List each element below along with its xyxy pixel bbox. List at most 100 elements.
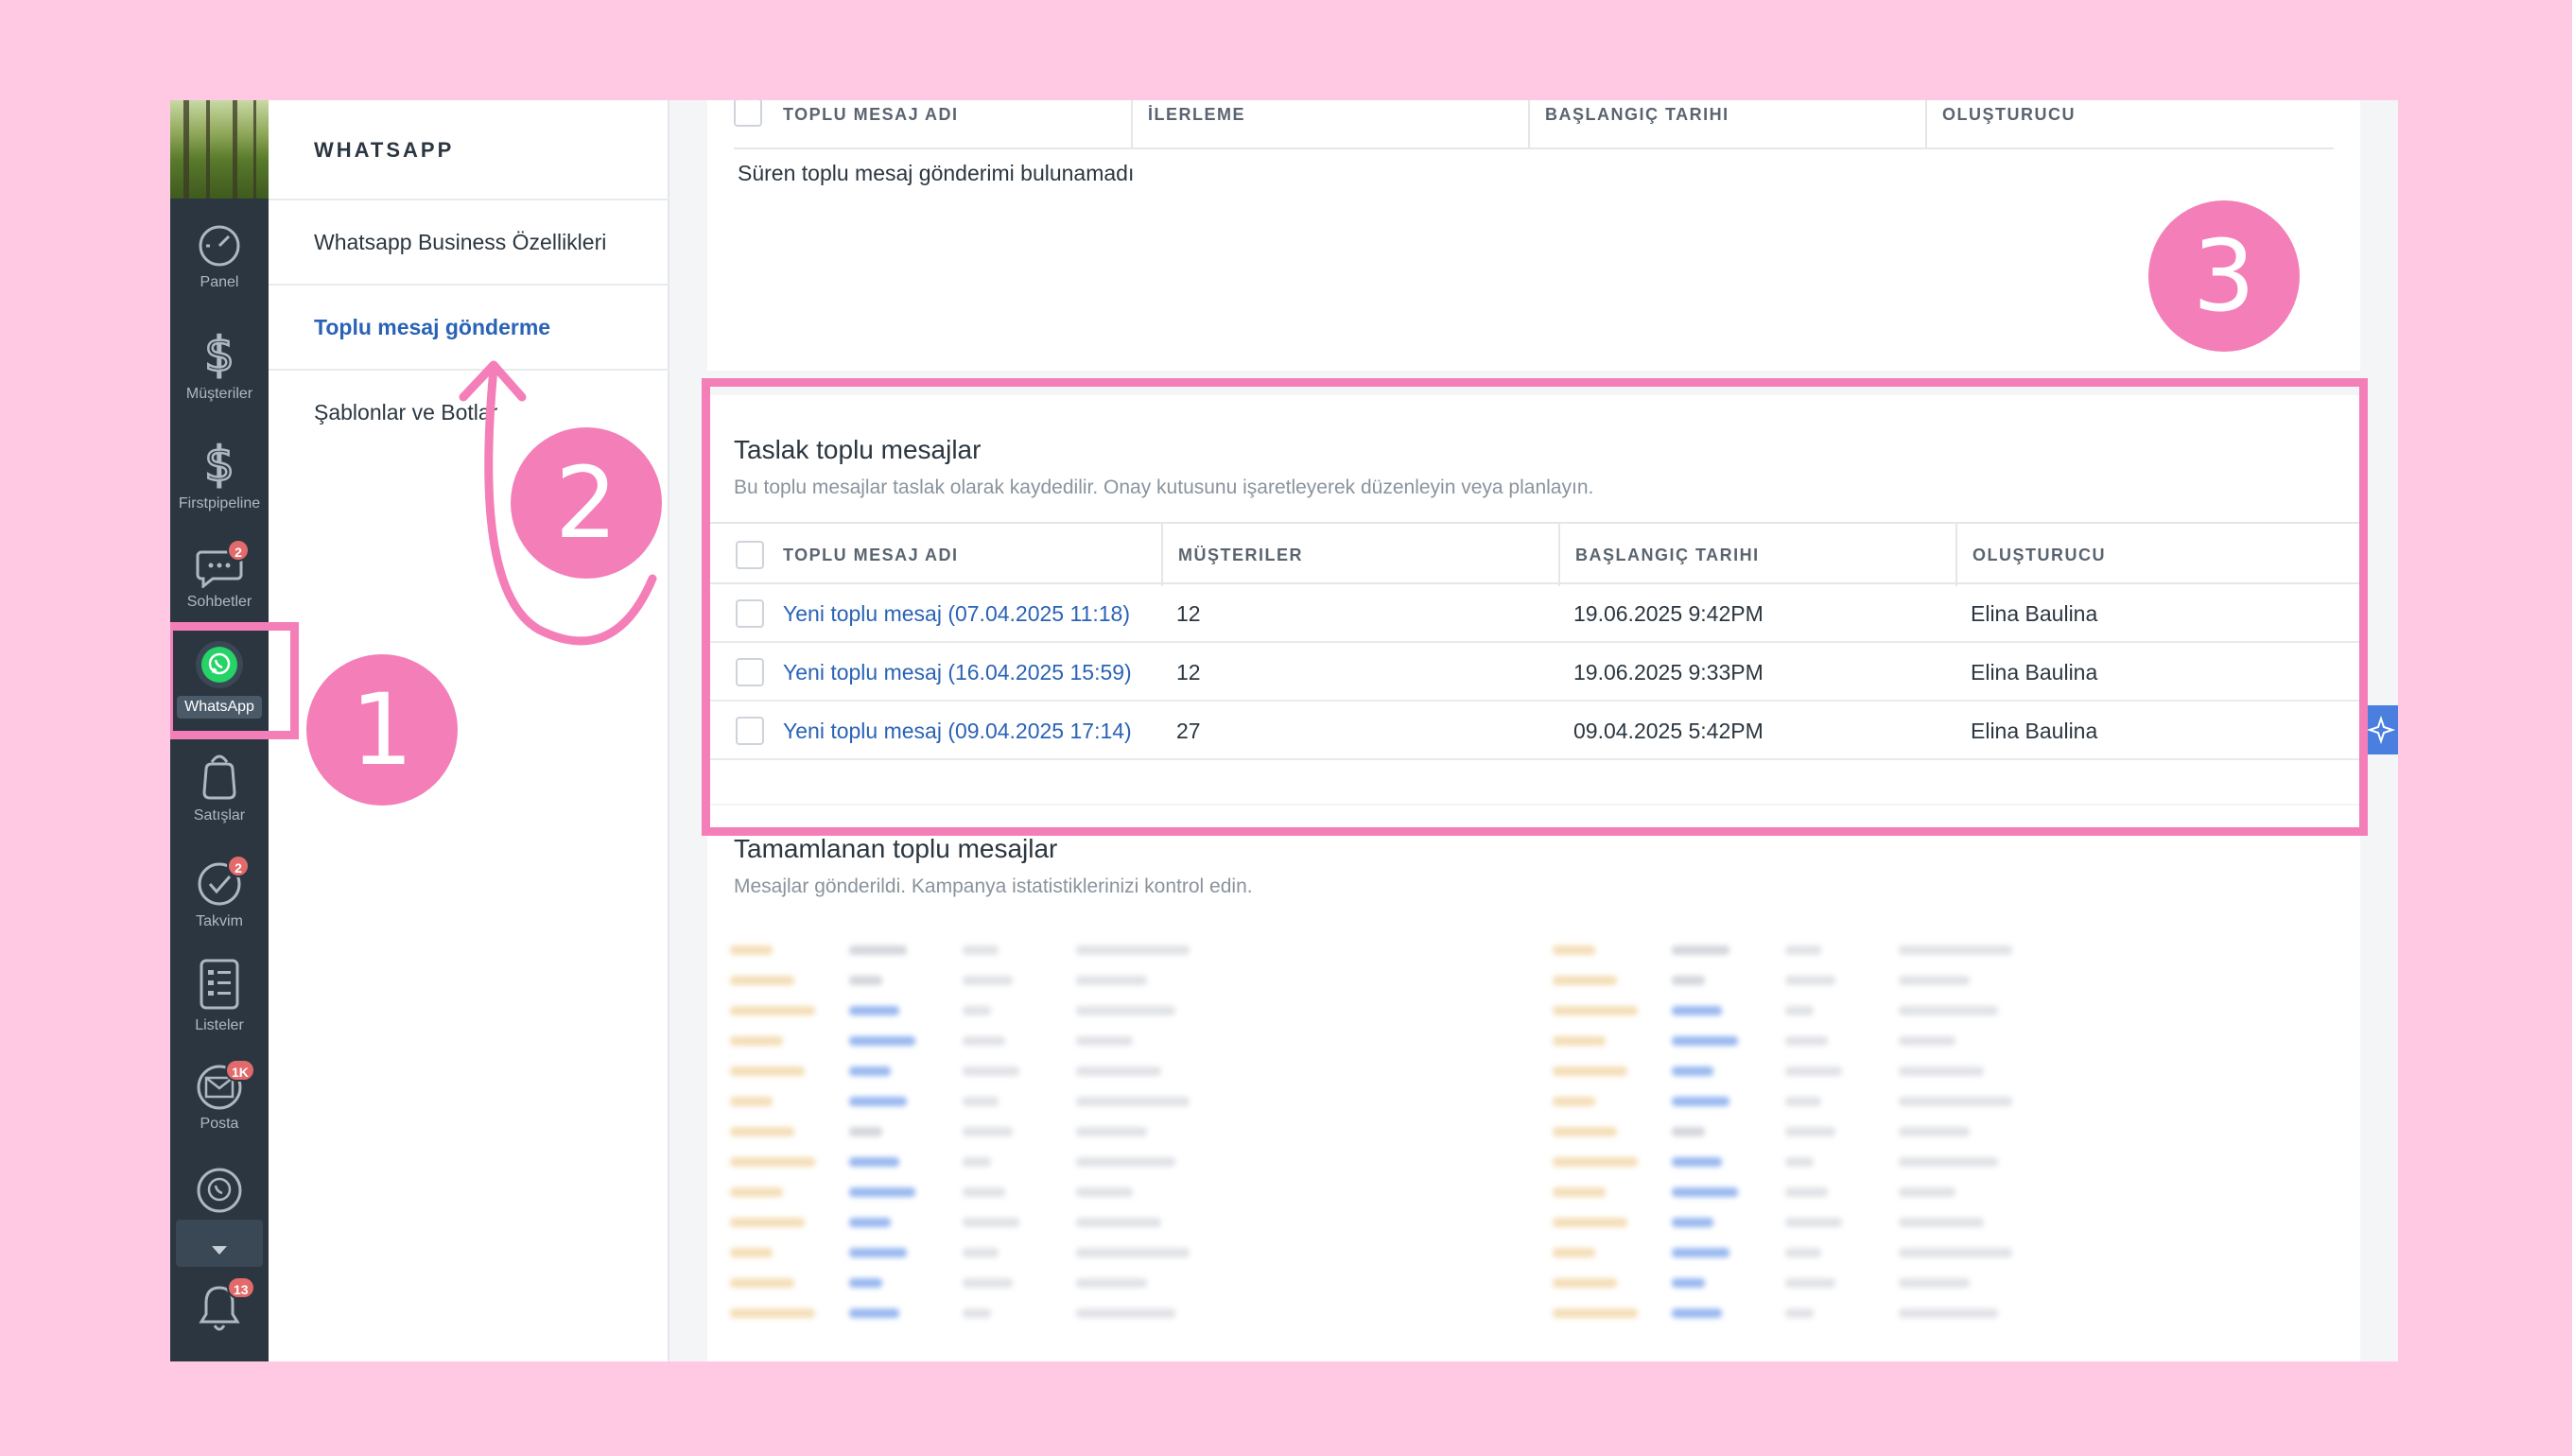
blurred-cell <box>1553 945 1595 955</box>
blurred-cell <box>1553 1006 1638 1015</box>
blurred-cell <box>963 1127 1013 1136</box>
blurred-cell <box>1076 1097 1190 1106</box>
blurred-cell <box>1076 1036 1133 1046</box>
blurred-cell <box>1785 1066 1842 1076</box>
blurred-cell <box>730 1187 784 1197</box>
blurred-cell <box>1672 945 1730 955</box>
blurred-cell <box>1553 976 1617 985</box>
blurred-cell <box>730 1006 815 1015</box>
blurred-cell <box>1785 1309 1814 1318</box>
sparkle-icon <box>2366 715 2396 745</box>
ai-assistant-button[interactable] <box>2364 705 2398 754</box>
blurred-cell <box>849 1127 882 1136</box>
sidebar-item-chats[interactable]: 2 Sohbetler <box>170 539 269 611</box>
sidebar-item-customers[interactable]: $ Müşteriler <box>170 327 269 403</box>
blurred-cell <box>1076 945 1190 955</box>
blurred-cell <box>1785 1036 1828 1046</box>
sidebar-item-mail[interactable]: 1K Posta <box>170 1059 269 1133</box>
blurred-cell <box>963 1097 999 1106</box>
sidebar-item-whatsapp-2[interactable] <box>170 1165 269 1222</box>
blurred-cell <box>1899 1157 1998 1167</box>
blurred-cell <box>1785 1218 1842 1227</box>
sidebar-item-label: Posta <box>200 1116 239 1132</box>
blurred-cell <box>963 1036 1005 1046</box>
sidebar-item-label: Listeler <box>195 1017 244 1033</box>
blurred-cell <box>849 1218 891 1227</box>
unread-badge: 2 <box>227 855 250 877</box>
blurred-cell <box>1553 1127 1617 1136</box>
blurred-cell <box>849 1187 915 1197</box>
blurred-cell <box>1553 1278 1617 1288</box>
unread-badge: 13 <box>227 1276 255 1299</box>
blurred-cell <box>1785 1278 1835 1288</box>
svg-text:$: $ <box>204 327 235 380</box>
blurred-cell <box>963 1248 999 1257</box>
blurred-cell <box>963 1006 991 1015</box>
step-number: 3 <box>2148 200 2300 352</box>
blurred-cell <box>1672 976 1705 985</box>
handbag-icon <box>202 754 236 800</box>
sidebar-item-label: Firstpipeline <box>178 495 261 511</box>
blurred-cell <box>1076 1127 1147 1136</box>
sidebar-item-label: Takvim <box>196 913 243 929</box>
blurred-cell <box>1899 1036 1955 1046</box>
dollar-icon: $ <box>203 327 235 380</box>
blurred-cell <box>849 1036 915 1046</box>
step-number: 1 <box>306 654 458 806</box>
blurred-cell <box>1553 1097 1595 1106</box>
blurred-cell <box>1553 1309 1638 1318</box>
gauge-icon <box>199 225 240 267</box>
blurred-cell <box>730 1248 773 1257</box>
blurred-cell <box>1899 1187 1955 1197</box>
blurred-cell <box>1076 1278 1147 1288</box>
sidebar-item-firstpipeline[interactable]: $ Firstpipeline <box>170 437 269 512</box>
column-header: TOPLU MESAJ ADI <box>783 105 959 124</box>
submenu-item-business-features[interactable]: Whatsapp Business Özellikleri <box>269 199 669 284</box>
blurred-cell <box>849 945 908 955</box>
completed-table-blurred <box>707 938 2360 1335</box>
blurred-cell <box>730 1218 805 1227</box>
sidebar-item-notifications[interactable]: 13 <box>170 1276 269 1335</box>
sidebar-more-button[interactable] <box>176 1220 263 1267</box>
highlight-whatsapp <box>170 622 299 739</box>
sidebar-item-label: Satışlar <box>193 807 246 823</box>
chevron-down-icon <box>212 1246 227 1255</box>
section-title: Tamamlanan toplu mesajlar <box>734 834 1058 863</box>
blurred-cell <box>1076 1309 1175 1318</box>
list-icon <box>200 959 239 1010</box>
blurred-cell <box>963 1066 1019 1076</box>
blurred-cell <box>1899 1097 2012 1106</box>
blurred-cell <box>1672 1187 1738 1197</box>
blurred-cell <box>1076 1218 1161 1227</box>
blurred-cell <box>1899 1218 1984 1227</box>
blurred-cell <box>1553 1218 1627 1227</box>
sidebar-item-lists[interactable]: Listeler <box>170 955 269 1034</box>
step-number: 2 <box>511 427 662 579</box>
blurred-cell <box>963 1187 1005 1197</box>
blurred-cell <box>849 1006 899 1015</box>
blurred-cell <box>1785 1248 1821 1257</box>
sidebar-item-label: Sohbetler <box>186 594 252 610</box>
blurred-cell <box>730 976 794 985</box>
sidebar-item-panel[interactable]: Panel <box>170 223 269 291</box>
blurred-cell <box>730 1097 773 1106</box>
blurred-cell <box>1672 1097 1730 1106</box>
blurred-cell <box>1899 976 1970 985</box>
blurred-cell <box>1672 1006 1722 1015</box>
blurred-cell <box>1785 1157 1814 1167</box>
blurred-cell <box>849 976 882 985</box>
user-avatar[interactable] <box>170 100 269 199</box>
blurred-cell <box>1785 1127 1835 1136</box>
blurred-cell <box>1785 1187 1828 1197</box>
blurred-cell <box>1672 1309 1722 1318</box>
sidebar-item-label: Panel <box>200 274 239 290</box>
svg-text:$: $ <box>204 437 235 490</box>
blurred-cell <box>1785 1097 1821 1106</box>
sidebar-item-sales[interactable]: Satışlar <box>170 749 269 824</box>
blurred-cell <box>1899 1006 1998 1015</box>
blurred-cell <box>1785 976 1835 985</box>
blurred-cell <box>1553 1248 1595 1257</box>
sidebar-item-calendar[interactable]: 2 Takvim <box>170 855 269 930</box>
blurred-cell <box>1899 1309 1998 1318</box>
blurred-cell <box>1553 1187 1607 1197</box>
